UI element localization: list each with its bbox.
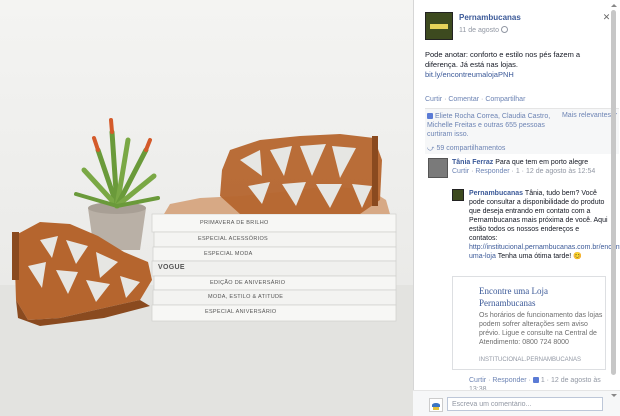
- comment-like-link[interactable]: Curtir: [452, 168, 469, 175]
- comment-meta: 1 · 12 de agosto às 12:54: [515, 168, 596, 175]
- post-header: Pernambucanas 11 de agosto ✕: [425, 10, 615, 40]
- book-label: ESPECIAL MODA: [204, 251, 253, 257]
- photo-viewer: PRIMAVERA DE BRILHO ESPECIAL ACESSÓRIOS …: [0, 0, 620, 416]
- post-date[interactable]: 11 de agosto: [459, 26, 508, 34]
- page-avatar[interactable]: [425, 12, 453, 40]
- post-link[interactable]: bit.ly/encontreumalojaPNH: [425, 70, 514, 79]
- commenter-avatar[interactable]: [428, 158, 448, 178]
- comment-input[interactable]: [447, 397, 603, 411]
- likes-summary[interactable]: Eliete Rocha Correa, Claudia Castro, Mic…: [425, 109, 553, 139]
- book-stack: [151, 213, 397, 322]
- reply-body: Pernambucanas Tânia, tudo bem? Você pode…: [469, 189, 620, 261]
- scroll-up-icon[interactable]: [611, 4, 617, 7]
- link-title[interactable]: Encontre uma Loja Pernambucanas: [479, 285, 603, 309]
- comment-composer: [413, 390, 620, 416]
- like-link[interactable]: Curtir: [425, 96, 442, 103]
- comment: Tânia Ferraz Para que tem em porto alegr…: [428, 158, 618, 188]
- reply-tail: Tenha uma ótima tarde! 😊: [497, 253, 582, 260]
- share-link[interactable]: Compartilhar: [485, 96, 525, 103]
- link-domain: INSTITUCIONAL.PERNAMBUCANAS: [479, 357, 582, 363]
- user-avatar: [429, 398, 443, 412]
- thumbs-up-icon: [427, 113, 433, 119]
- engagement-summary: Mais relevantes Eliete Rocha Correa, Cla…: [425, 108, 619, 154]
- comment-link[interactable]: Comentar: [448, 96, 479, 103]
- share-icon: ⤻: [427, 145, 435, 152]
- reply-like-link[interactable]: Curtir: [469, 377, 486, 384]
- comment-author[interactable]: Tânia Ferraz: [452, 159, 493, 166]
- link-preview-card[interactable]: Encontre uma Loja Pernambucanas Os horár…: [452, 276, 606, 370]
- book-label: VOGUE: [158, 264, 185, 271]
- post-actions: Curtir · Comentar · Compartilhar: [425, 96, 526, 103]
- book-label: PRIMAVERA DE BRILHO: [200, 220, 269, 226]
- page-name[interactable]: Pernambucanas: [459, 13, 521, 22]
- post-photo[interactable]: PRIMAVERA DE BRILHO ESPECIAL ACESSÓRIOS …: [0, 0, 413, 416]
- scrollbar[interactable]: [610, 4, 617, 397]
- reply-reply-link[interactable]: Responder: [492, 377, 526, 384]
- post-text: Pode anotar: conforto e estilo nos pés f…: [425, 50, 615, 80]
- scroll-down-icon[interactable]: [611, 394, 617, 397]
- post-body: Pode anotar: conforto e estilo nos pés f…: [425, 50, 581, 69]
- sort-dropdown[interactable]: Mais relevantes: [562, 112, 617, 119]
- comment-body: Tânia Ferraz Para que tem em porto alegr…: [452, 159, 596, 175]
- book-label: ESPECIAL ANIVERSÁRIO: [205, 309, 277, 315]
- reply-text: Tânia, tudo bem? Você pode consultar a d…: [469, 190, 608, 242]
- plant: [74, 118, 160, 209]
- link-description: Os horários de funcionamento das lojas p…: [479, 312, 603, 346]
- book-label: EDIÇÃO DE ANIVERSÁRIO: [210, 280, 286, 286]
- sandal-right: [164, 134, 390, 214]
- reply-avatar[interactable]: [452, 189, 464, 201]
- book-label: MODA, ESTILO & ATITUDE: [208, 294, 284, 300]
- reply-author[interactable]: Pernambucanas: [469, 190, 523, 197]
- globe-icon: [500, 26, 508, 33]
- thumbs-up-icon: [532, 377, 539, 383]
- scroll-thumb[interactable]: [611, 10, 616, 375]
- book-label: ESPECIAL ACESSÓRIOS: [198, 236, 268, 242]
- comment-text: Para que tem em porto alegre: [495, 159, 589, 166]
- photo-illustration: [0, 118, 413, 416]
- shares-count[interactable]: ⤻ 59 compartilhamentos: [425, 139, 619, 157]
- comment-reply-link[interactable]: Responder: [475, 168, 509, 175]
